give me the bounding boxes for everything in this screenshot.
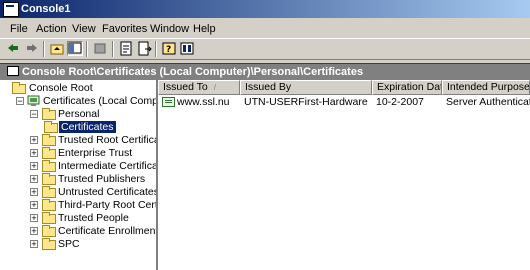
show-hide-tree-icon[interactable] (67, 41, 83, 56)
folder-icon (42, 160, 56, 172)
menu-bar: File Action View Favorites Window Help (0, 20, 530, 38)
cell-intended-purposes: Server Authenticatio... (446, 96, 530, 108)
window-title: Console1 (21, 3, 71, 15)
cell-issued-by: UTN-USERFirst-Hardware (244, 96, 368, 108)
expand-icon[interactable]: + (30, 188, 38, 197)
folder-icon (12, 82, 26, 94)
expand-icon[interactable]: + (30, 227, 38, 236)
cell-issued-to: www.ssl.nu (177, 96, 230, 108)
expand-icon[interactable]: + (30, 201, 38, 210)
column-header-label: Expiration Date (377, 81, 442, 93)
folder-icon (42, 199, 56, 211)
column-header-intended-purposes[interactable]: Intended Purposes (442, 80, 530, 95)
folder-icon (42, 238, 56, 250)
collapse-icon[interactable]: − (30, 110, 38, 119)
menu-favorites[interactable]: Favorites (102, 23, 147, 35)
tree-node-label: Trusted People (58, 212, 129, 224)
svg-text:?: ? (166, 45, 171, 55)
list-header: Issued To / Issued By Expiration Date Int… (158, 80, 530, 95)
properties-icon[interactable] (118, 41, 134, 56)
tree-node-label-selected: Certificates (59, 121, 116, 133)
title-bar[interactable]: Console1 (0, 0, 530, 18)
tree-node-label: SPC (58, 238, 80, 250)
console-tree[interactable]: Console Root − Certificates (Local Compu… (0, 80, 158, 270)
toolbar-separator (86, 41, 88, 57)
folder-icon (42, 147, 56, 159)
console-window-icon (7, 66, 19, 76)
menu-window[interactable]: Window (150, 23, 189, 35)
column-header-issued-to[interactable]: Issued To / (158, 80, 240, 95)
open-folder-icon (44, 121, 58, 133)
console-path-bar: Console Root\Certificates (Local Compute… (0, 63, 530, 80)
toolbar-separator (112, 41, 114, 57)
folder-icon (42, 225, 56, 237)
sort-ascending-icon: / (213, 83, 216, 92)
back-arrow-icon[interactable] (5, 41, 21, 56)
table-row[interactable]: www.ssl.nu UTN-USERFirst-Hardware 10-2-2… (158, 96, 530, 109)
snapin-help-icon[interactable] (179, 41, 195, 56)
certificate-list[interactable]: Issued To / Issued By Expiration Date Int… (158, 80, 530, 270)
column-header-label: Issued By (245, 81, 292, 93)
console-app-icon (3, 2, 19, 17)
certificate-icon (162, 97, 175, 107)
computer-certificates-icon (27, 95, 40, 106)
tree-node-label: Intermediate Certification (58, 160, 158, 172)
folder-icon (42, 173, 56, 185)
menu-action[interactable]: Action (36, 23, 67, 35)
expand-icon[interactable]: + (30, 162, 38, 171)
folder-icon (42, 186, 56, 198)
open-folder-icon (42, 108, 56, 120)
forward-arrow-icon[interactable] (24, 41, 40, 56)
expand-icon[interactable]: + (30, 175, 38, 184)
column-header-issued-by[interactable]: Issued By (240, 80, 372, 95)
up-folder-icon[interactable] (49, 41, 65, 56)
cell-expiration-date: 10-2-2007 (376, 96, 424, 108)
expand-icon[interactable]: + (30, 136, 38, 145)
delete-icon[interactable] (92, 41, 108, 56)
expand-icon[interactable]: + (30, 214, 38, 223)
toolbar-separator (43, 41, 45, 57)
help-icon[interactable]: ? (161, 41, 177, 56)
menu-help[interactable]: Help (193, 23, 216, 35)
tree-node-label: Certificates (Local Computer) (43, 95, 158, 107)
tree-node-label: Personal (58, 108, 100, 120)
tree-node-label: Untrusted Certificates (58, 186, 158, 198)
tree-node-label: Enterprise Trust (58, 147, 133, 159)
toolbar-separator (155, 41, 157, 57)
menu-file[interactable]: File (10, 23, 28, 35)
folder-icon (42, 134, 56, 146)
toolbar: ? (0, 38, 530, 60)
tree-node-label: Console Root (29, 82, 93, 94)
expand-icon[interactable]: + (30, 240, 38, 249)
column-header-label: Intended Purposes (447, 81, 530, 93)
tree-node-label: Trusted Publishers (58, 173, 146, 185)
expand-icon[interactable]: + (30, 149, 38, 158)
column-header-expiration-date[interactable]: Expiration Date (372, 80, 442, 95)
export-list-icon[interactable] (136, 41, 152, 56)
column-header-label: Issued To (163, 81, 208, 93)
menu-view[interactable]: View (72, 23, 96, 35)
folder-icon (42, 212, 56, 224)
tree-node-label: Certificate Enrollment Re (58, 225, 158, 237)
console-path: Console Root\Certificates (Local Compute… (22, 66, 364, 78)
collapse-icon[interactable]: − (16, 97, 24, 106)
tree-node-label: Trusted Root Certification (58, 134, 156, 146)
tree-node-label: Third-Party Root Certificat (58, 199, 158, 211)
